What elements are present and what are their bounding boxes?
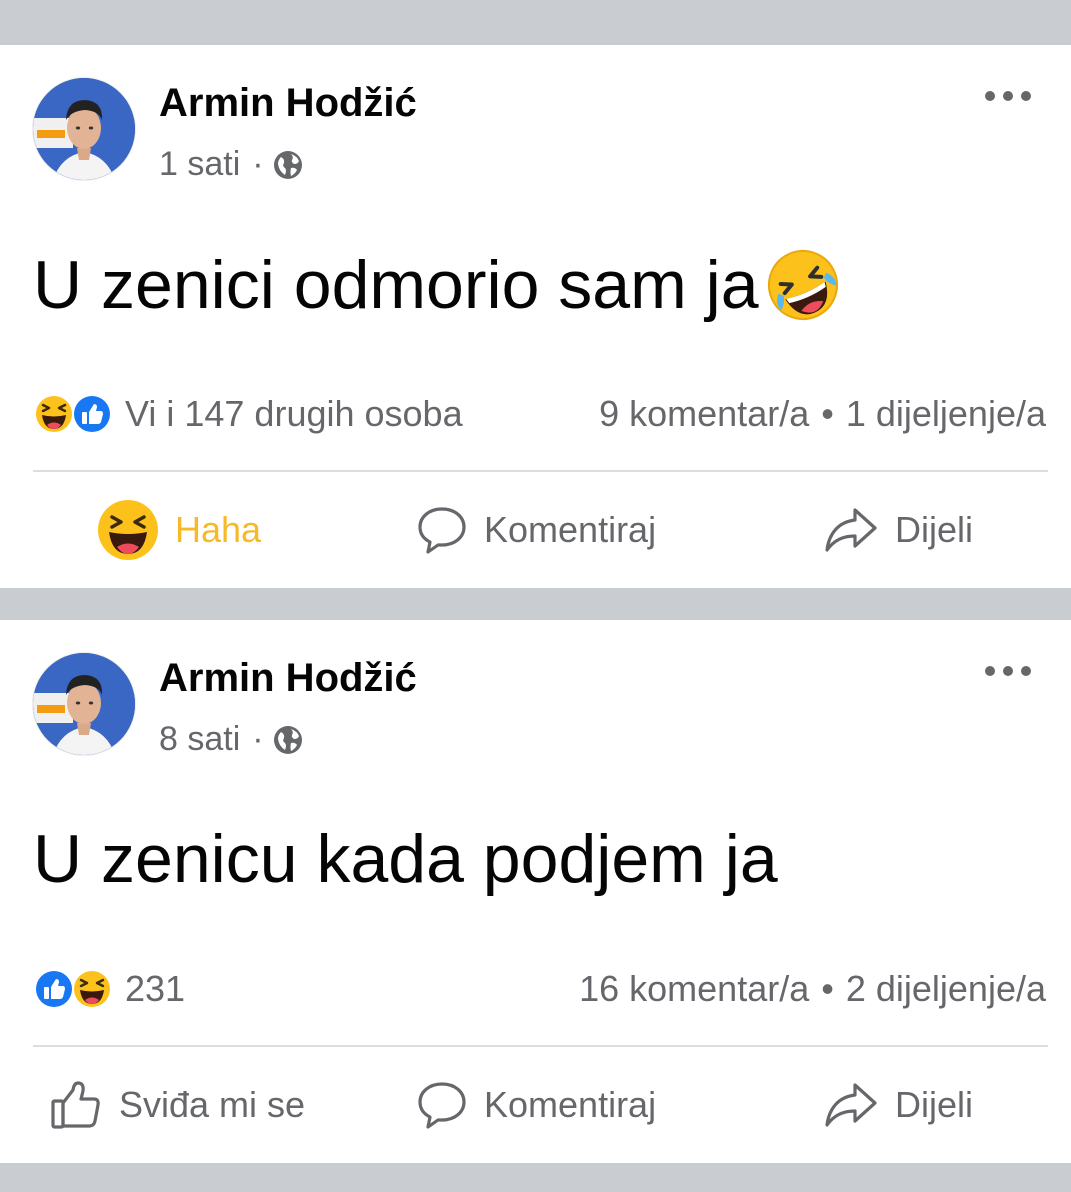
reactions-label: Vi i 147 drugih osoba [125,393,463,434]
action-bar: Sviđa mi se Komentiraj Dijeli [0,1060,1071,1150]
globe-icon [273,150,302,179]
post-text-content: U zenici odmorio sam ja [33,247,759,323]
reactions-summary[interactable]: 231 [33,968,185,1010]
globe-icon [273,725,302,754]
reactions-label: 231 [125,968,186,1009]
more-options-icon[interactable] [985,660,1031,682]
comment-icon [418,507,466,554]
comment-label: Komentiraj [484,1084,657,1125]
engagement-counts: 9 komentar/a • 1 dijeljenje/a [599,393,1046,435]
share-button[interactable]: Dijeli [823,485,973,575]
post-time[interactable]: 1 sati [159,145,240,184]
like-reaction-icon [72,394,112,434]
post-meta: 8 sati · [159,720,304,759]
post-text-content: U zenicu kada podjem ja [33,821,778,897]
avatar[interactable] [33,653,135,755]
shares-count[interactable]: 2 dijeljenje/a [846,968,1046,1009]
share-icon [825,1083,877,1127]
meta-separator: · [252,720,264,758]
feed-post: Armin Hodžić 1 sati · U zenici odmorio s… [0,45,1071,588]
like-label: Sviđa mi se [119,1084,306,1125]
engagement-counts: 16 komentar/a • 2 dijeljenje/a [579,968,1046,1010]
comment-icon [418,1082,466,1129]
divider [33,470,1048,472]
reactions-summary[interactable]: Vi i 147 drugih osoba [33,393,463,435]
feed-post: Armin Hodžić 8 sati · U zenicu kada podj… [0,620,1071,1163]
like-reaction-icon [34,969,74,1009]
comments-count[interactable]: 9 komentar/a [599,393,809,434]
share-label: Dijeli [895,509,974,550]
post-stats: Vi i 147 drugih osoba 9 komentar/a • 1 dij… [33,388,1046,440]
comment-label: Komentiraj [484,509,657,550]
author-name[interactable]: Armin Hodžić [159,656,417,701]
bullet-separator: • [821,393,834,434]
comment-button[interactable]: Komentiraj [416,1060,656,1150]
comments-count[interactable]: 16 komentar/a [579,968,809,1009]
haha-button[interactable]: Haha [97,485,261,575]
share-button[interactable]: Dijeli [823,1060,973,1150]
haha-label: Haha [175,509,262,550]
post-text: U zenici odmorio sam ja [33,245,843,325]
rofl-emoji-icon [767,250,838,320]
comment-button[interactable]: Komentiraj [416,485,656,575]
avatar[interactable] [33,78,135,180]
post-stats: 231 16 komentar/a • 2 dijeljenje/a [33,963,1046,1015]
bullet-separator: • [821,968,834,1009]
share-icon [825,508,877,552]
more-options-icon[interactable] [985,85,1031,107]
post-meta: 1 sati · [159,145,304,184]
haha-reaction-icon [72,969,112,1009]
post-text: U zenicu kada podjem ja [33,820,778,898]
post-time[interactable]: 8 sati [159,720,240,759]
divider [33,1045,1048,1047]
share-label: Dijeli [895,1084,974,1125]
haha-reaction-icon [34,394,74,434]
thumbs-up-outline-icon [51,1081,100,1129]
like-button[interactable]: Sviđa mi se [49,1060,305,1150]
action-bar: Haha Komentiraj Dijeli [0,485,1071,575]
author-name[interactable]: Armin Hodžić [159,81,417,126]
shares-count[interactable]: 1 dijeljenje/a [846,393,1046,434]
haha-icon [98,500,158,560]
meta-separator: · [252,145,264,183]
